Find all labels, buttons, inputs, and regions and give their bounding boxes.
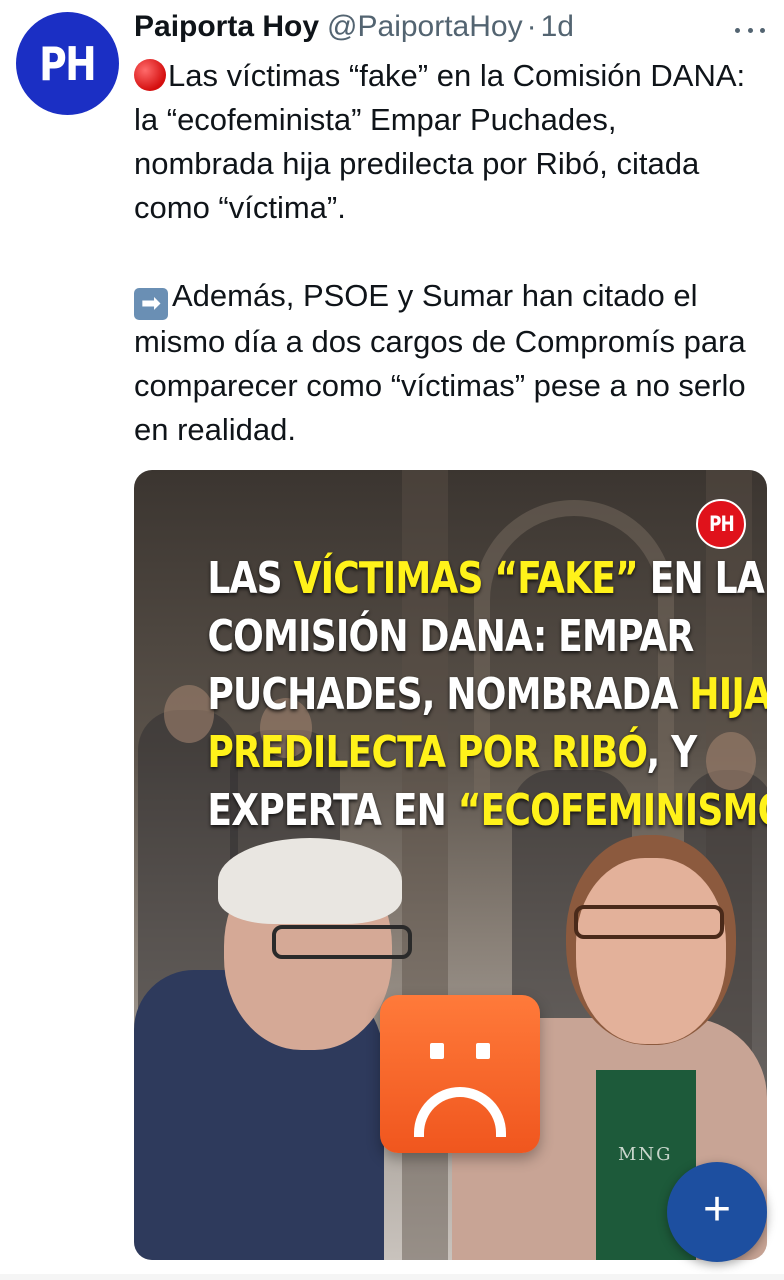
tweet-timestamp[interactable]: 1d	[541, 10, 574, 44]
woman-figure-glasses	[574, 905, 724, 939]
author-avatar[interactable]: PH	[16, 12, 119, 115]
headline-highlight: PREDILECTA POR RIBÓ	[207, 727, 647, 778]
sad-face-mouth	[414, 1087, 506, 1137]
woman-figure-head	[576, 858, 726, 1044]
compose-button[interactable]: +	[667, 1162, 767, 1262]
headline-text: EN LA	[637, 553, 765, 604]
header-separator: ·	[526, 10, 537, 43]
avatar-text: PH	[39, 36, 98, 91]
headline-text: EXPERTA EN	[207, 785, 458, 836]
headline-text: LAS	[207, 553, 294, 604]
more-dot	[760, 27, 765, 33]
right-arrow-icon: ➡	[134, 288, 168, 320]
headline-line-1: LAS VÍCTIMAS “FAKE” EN LA	[207, 550, 764, 608]
sad-face-icon	[380, 995, 540, 1153]
more-options-icon[interactable]	[732, 18, 768, 42]
plus-icon: +	[702, 1183, 732, 1236]
headline-line-5: EXPERTA EN “ECOFEMINISMO”	[207, 782, 767, 840]
tweet-header: Paiporta Hoy @PaiportaHoy · 1d	[134, 10, 574, 46]
tweet-paragraph-1: Las víctimas “fake” en la Comisión DANA:…	[134, 54, 764, 230]
headline-highlight: HIJA	[689, 669, 767, 720]
bottom-divider	[0, 1274, 784, 1280]
sad-face-eye	[430, 1043, 444, 1059]
tweet-paragraph-1-text: Las víctimas “fake” en la Comisión DANA:…	[134, 58, 746, 225]
red-circle-icon	[134, 59, 166, 91]
headline-highlight: VÍCTIMAS “FAKE”	[293, 553, 639, 604]
ph-logo-text: PH	[708, 512, 735, 536]
sad-face-eye	[476, 1043, 490, 1059]
tweet-paragraph-2-text: Además, PSOE y Sumar han citado el mismo…	[134, 278, 746, 447]
tweet-paragraph-2: ➡ Además, PSOE y Sumar han citado el mism…	[134, 274, 764, 452]
headline-line-2: COMISIÓN DANA: EMPAR	[207, 611, 695, 662]
more-dot	[747, 27, 753, 33]
headline-text: PUCHADES, NOMBRADA	[207, 669, 690, 720]
man-figure-glasses	[272, 925, 412, 959]
headline-line-4: PREDILECTA POR RIBÓ, Y	[207, 724, 697, 782]
headline-text: , Y	[646, 727, 697, 778]
author-display-name[interactable]: Paiporta Hoy	[134, 10, 319, 44]
tweet-text: Las víctimas “fake” en la Comisión DANA:…	[134, 54, 764, 452]
tweet-media-image[interactable]: PH LAS VÍCTIMAS “FAKE” EN LA COMISIÓN DA…	[134, 470, 767, 1260]
tweet[interactable]: PH Paiporta Hoy @PaiportaHoy · 1d Las ví…	[0, 0, 784, 1280]
man-figure-hair	[218, 838, 402, 924]
more-dot	[735, 27, 740, 33]
shirt-print-text: MNG	[618, 1144, 673, 1165]
image-headline: LAS VÍCTIMAS “FAKE” EN LA COMISIÓN DANA:…	[154, 550, 767, 840]
ph-logo-badge: PH	[696, 499, 746, 549]
headline-line-3: PUCHADES, NOMBRADA HIJA	[207, 666, 767, 724]
author-handle[interactable]: @PaiportaHoy	[327, 10, 523, 44]
headline-highlight: “ECOFEMINISMO”	[457, 785, 767, 836]
